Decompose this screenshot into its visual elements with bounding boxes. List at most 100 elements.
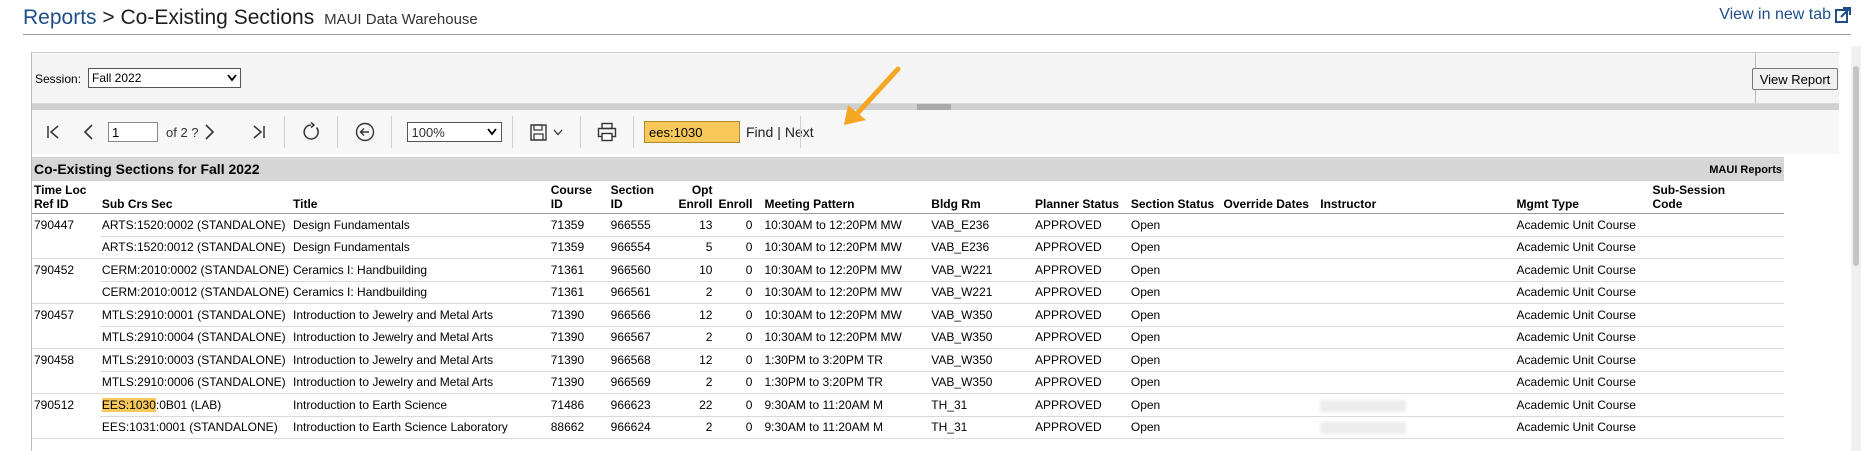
col-header-title[interactable]: Title bbox=[291, 181, 549, 214]
external-link-icon bbox=[1835, 7, 1851, 23]
cell-course-id: 71390 bbox=[548, 348, 609, 372]
cell-enroll: 0 bbox=[714, 303, 755, 327]
col-header-section-status[interactable]: Section Status bbox=[1128, 181, 1222, 214]
page-scrollbar[interactable] bbox=[1851, 46, 1861, 451]
cell-instructor bbox=[1318, 258, 1515, 282]
first-page-button[interactable] bbox=[36, 110, 70, 154]
cell-title: Introduction to Earth Science Laboratory bbox=[291, 416, 549, 439]
cell-sub-session-code bbox=[1650, 326, 1784, 349]
col-header-mgmt-type[interactable]: Mgmt Type bbox=[1514, 181, 1651, 214]
header-divider bbox=[23, 34, 1851, 35]
zoom-select[interactable]: 100% bbox=[406, 122, 502, 142]
cell-bldg-rm: VAB_W350 bbox=[929, 348, 1034, 372]
last-page-icon bbox=[253, 125, 265, 139]
cell-meeting-pattern: 10:30AM to 12:20PM MW bbox=[754, 213, 930, 237]
cell-sub-crs-sec: CERM:2010:0012 (STANDALONE) bbox=[99, 281, 292, 304]
cell-section-id: 966560 bbox=[608, 258, 669, 282]
cell-opt-enroll: 2 bbox=[668, 281, 715, 304]
export-button[interactable] bbox=[522, 110, 570, 154]
sub-crs-sec-suffix: :0B01 (LAB) bbox=[155, 397, 222, 412]
cell-mgmt-type: Academic Unit Course bbox=[1514, 393, 1651, 417]
cell-override-dates bbox=[1221, 281, 1319, 304]
cell-override-dates bbox=[1221, 236, 1319, 259]
breadcrumb-reports-link[interactable]: Reports bbox=[23, 6, 97, 29]
page-subtitle: MAUI Data Warehouse bbox=[324, 11, 478, 28]
next-page-icon bbox=[205, 124, 215, 140]
session-select[interactable]: Fall 2022 bbox=[88, 68, 241, 88]
col-header-bldg-rm[interactable]: Bldg Rm bbox=[929, 181, 1034, 214]
cell-bldg-rm: VAB_W350 bbox=[929, 326, 1034, 349]
cell-planner-status: APPROVED bbox=[1033, 393, 1129, 417]
cell-override-dates bbox=[1221, 348, 1319, 372]
cell-opt-enroll: 13 bbox=[668, 213, 715, 237]
cell-section-status: Open bbox=[1128, 236, 1222, 259]
chevron-down-icon bbox=[553, 129, 562, 135]
back-button[interactable] bbox=[348, 110, 382, 154]
col-header-instructor[interactable]: Instructor bbox=[1318, 181, 1515, 214]
table-row: 790452 CERM:2010:0002 (STANDALONE) Ceramic… bbox=[32, 258, 1784, 282]
find-link[interactable]: Find bbox=[746, 124, 773, 140]
refresh-icon bbox=[303, 122, 319, 140]
cell-sub-crs-sec: EES:1030:0B01 (LAB) bbox=[99, 393, 292, 417]
col-header-sub-session-code[interactable]: Sub-Session Code bbox=[1650, 181, 1784, 214]
page-number-input[interactable] bbox=[108, 122, 158, 142]
toolbar-divider bbox=[633, 116, 634, 148]
table-row: ARTS:1520:0012 (STANDALONE) Design Fundam… bbox=[32, 236, 1784, 259]
cell-course-id: 71359 bbox=[548, 213, 609, 237]
cell-enroll: 0 bbox=[714, 281, 755, 304]
first-page-icon bbox=[47, 125, 59, 139]
col-header-enroll[interactable]: Enroll bbox=[714, 181, 755, 214]
sections-table: Time Loc Ref ID Sub Crs Sec Title Course I… bbox=[32, 181, 1784, 439]
print-button[interactable] bbox=[590, 110, 624, 154]
last-page-button[interactable] bbox=[242, 110, 276, 154]
cell-meeting-pattern: 10:30AM to 12:20PM MW bbox=[754, 326, 930, 349]
cell-section-id: 966568 bbox=[608, 348, 669, 372]
table-row: MTLS:2910:0006 (STANDALONE) Introduction … bbox=[32, 371, 1784, 394]
col-header-section-id[interactable]: Section ID bbox=[608, 181, 669, 214]
scrollbar-thumb[interactable] bbox=[1853, 66, 1859, 266]
cell-ref-id: 790452 bbox=[34, 263, 75, 277]
cell-sub-session-code bbox=[1650, 303, 1784, 327]
cell-title: Ceramics I: Handbuilding bbox=[291, 281, 549, 304]
cell-instructor bbox=[1318, 303, 1515, 327]
cell-mgmt-type: Academic Unit Course bbox=[1514, 281, 1651, 304]
cell-enroll: 0 bbox=[714, 348, 755, 372]
cell-enroll: 0 bbox=[714, 416, 755, 439]
cell-ref-id bbox=[32, 281, 100, 304]
cell-override-dates bbox=[1221, 393, 1319, 417]
col-header-opt-enroll[interactable]: Opt Enroll bbox=[668, 181, 715, 214]
col-header-ref-id[interactable]: Time Loc Ref ID bbox=[32, 181, 100, 214]
view-report-button[interactable]: View Report bbox=[1752, 68, 1838, 90]
cell-opt-enroll: 2 bbox=[668, 371, 715, 394]
find-match-highlight: EES:1030 bbox=[101, 397, 156, 412]
view-in-new-tab-link[interactable]: View in new tab bbox=[1719, 6, 1851, 24]
prev-page-button[interactable] bbox=[72, 110, 106, 154]
next-page-button[interactable] bbox=[192, 110, 226, 154]
cell-section-status: Open bbox=[1128, 258, 1222, 282]
cell-enroll: 0 bbox=[714, 236, 755, 259]
redacted-instructor bbox=[1320, 422, 1407, 435]
find-input[interactable] bbox=[644, 121, 740, 143]
cell-enroll: 0 bbox=[714, 393, 755, 417]
cell-sub-session-code bbox=[1650, 371, 1784, 394]
cell-override-dates bbox=[1221, 326, 1319, 349]
chevron-down-icon bbox=[486, 128, 497, 136]
cell-sub-crs-sec: MTLS:2910:0001 (STANDALONE) bbox=[99, 303, 292, 327]
cell-bldg-rm: TH_31 bbox=[929, 416, 1034, 439]
col-header-course-id[interactable]: Course ID bbox=[548, 181, 609, 214]
cell-enroll: 0 bbox=[714, 371, 755, 394]
col-header-planner-status[interactable]: Planner Status bbox=[1033, 181, 1129, 214]
cell-section-id: 966555 bbox=[608, 213, 669, 237]
cell-section-id: 966624 bbox=[608, 416, 669, 439]
cell-sub-crs-sec: MTLS:2910:0003 (STANDALONE) bbox=[99, 348, 292, 372]
cell-enroll: 0 bbox=[714, 213, 755, 237]
cell-meeting-pattern: 10:30AM to 12:20PM MW bbox=[754, 236, 930, 259]
refresh-button[interactable] bbox=[294, 110, 328, 154]
cell-instructor bbox=[1318, 236, 1515, 259]
cell-meeting-pattern: 10:30AM to 12:20PM MW bbox=[754, 281, 930, 304]
col-header-sub-crs-sec[interactable]: Sub Crs Sec bbox=[99, 181, 292, 214]
table-row: EES:1031:0001 (STANDALONE) Introduction t… bbox=[32, 416, 1784, 439]
cell-sub-session-code bbox=[1650, 281, 1784, 304]
col-header-override-dates[interactable]: Override Dates bbox=[1221, 181, 1319, 214]
col-header-meeting-pattern[interactable]: Meeting Pattern bbox=[754, 181, 930, 214]
